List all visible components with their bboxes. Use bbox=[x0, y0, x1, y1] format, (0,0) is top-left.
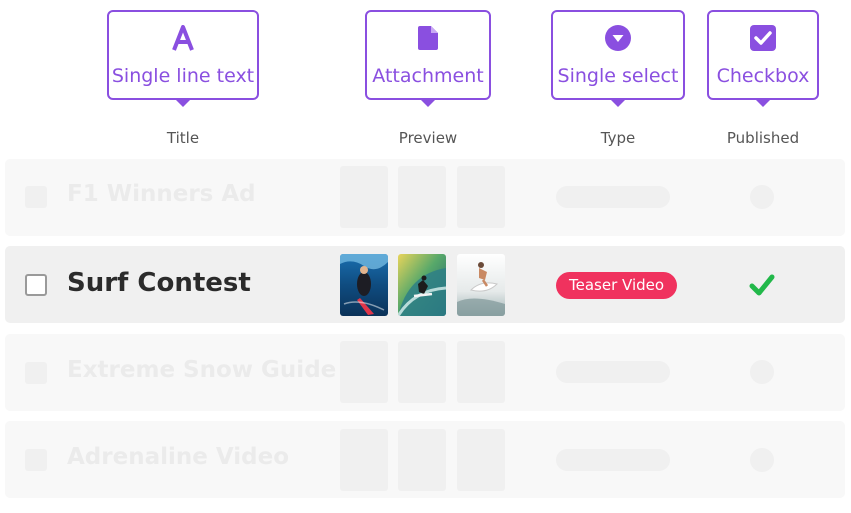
preview-placeholder bbox=[340, 341, 388, 403]
table-row[interactable]: Extreme Snow Guide bbox=[5, 334, 845, 411]
preview-placeholder bbox=[457, 166, 505, 228]
column-header-preview[interactable]: Preview bbox=[399, 129, 457, 147]
published-check-icon[interactable] bbox=[749, 274, 775, 301]
row-checkbox[interactable] bbox=[25, 362, 47, 384]
preview-placeholder bbox=[398, 166, 446, 228]
preview-placeholder bbox=[457, 429, 505, 491]
preview-thumbnail-surfer-jump[interactable] bbox=[457, 254, 505, 316]
type-badge[interactable]: Teaser Video bbox=[556, 272, 678, 299]
preview-placeholder bbox=[340, 429, 388, 491]
field-type-label: Attachment bbox=[372, 65, 484, 87]
checkbox-icon bbox=[750, 24, 776, 52]
row-checkbox[interactable] bbox=[25, 449, 47, 471]
row-title: Surf Contest bbox=[67, 268, 251, 298]
field-type-single-select[interactable]: Single select bbox=[551, 10, 685, 107]
type-placeholder bbox=[556, 361, 670, 383]
row-title: F1 Winners Ad bbox=[67, 181, 256, 207]
type-placeholder bbox=[556, 449, 670, 471]
published-placeholder bbox=[750, 360, 774, 384]
field-type-single-line-text[interactable]: Single line text bbox=[107, 10, 259, 107]
table-row[interactable]: F1 Winners Ad bbox=[5, 159, 845, 236]
preview-thumbnail-surfer-wave[interactable] bbox=[398, 254, 446, 316]
column-header-type[interactable]: Type bbox=[601, 129, 635, 147]
published-placeholder bbox=[750, 185, 774, 209]
dropdown-circle-icon bbox=[605, 24, 631, 52]
field-type-label: Single select bbox=[557, 65, 679, 87]
field-type-label: Single line text bbox=[111, 65, 255, 87]
text-a-icon bbox=[172, 24, 194, 52]
column-header-title[interactable]: Title bbox=[167, 129, 199, 147]
table-row[interactable]: Surf Contest Teaser Video bbox=[5, 246, 845, 323]
row-title: Extreme Snow Guide bbox=[67, 357, 337, 383]
column-header-published[interactable]: Published bbox=[727, 129, 799, 147]
field-type-label: Checkbox bbox=[716, 65, 810, 87]
preview-placeholder bbox=[398, 341, 446, 403]
table-row[interactable]: Adrenaline Video bbox=[5, 421, 845, 498]
preview-placeholder bbox=[398, 429, 446, 491]
preview-thumbnail-surfer-underwater[interactable] bbox=[340, 254, 388, 316]
row-checkbox[interactable] bbox=[25, 274, 47, 296]
row-title: Adrenaline Video bbox=[67, 444, 289, 470]
row-checkbox[interactable] bbox=[25, 186, 47, 208]
preview-placeholder bbox=[457, 341, 505, 403]
preview-placeholder bbox=[340, 166, 388, 228]
file-icon bbox=[417, 24, 439, 52]
field-type-attachment[interactable]: Attachment bbox=[365, 10, 491, 107]
type-placeholder bbox=[556, 186, 670, 208]
published-placeholder bbox=[750, 448, 774, 472]
field-type-checkbox[interactable]: Checkbox bbox=[707, 10, 819, 107]
